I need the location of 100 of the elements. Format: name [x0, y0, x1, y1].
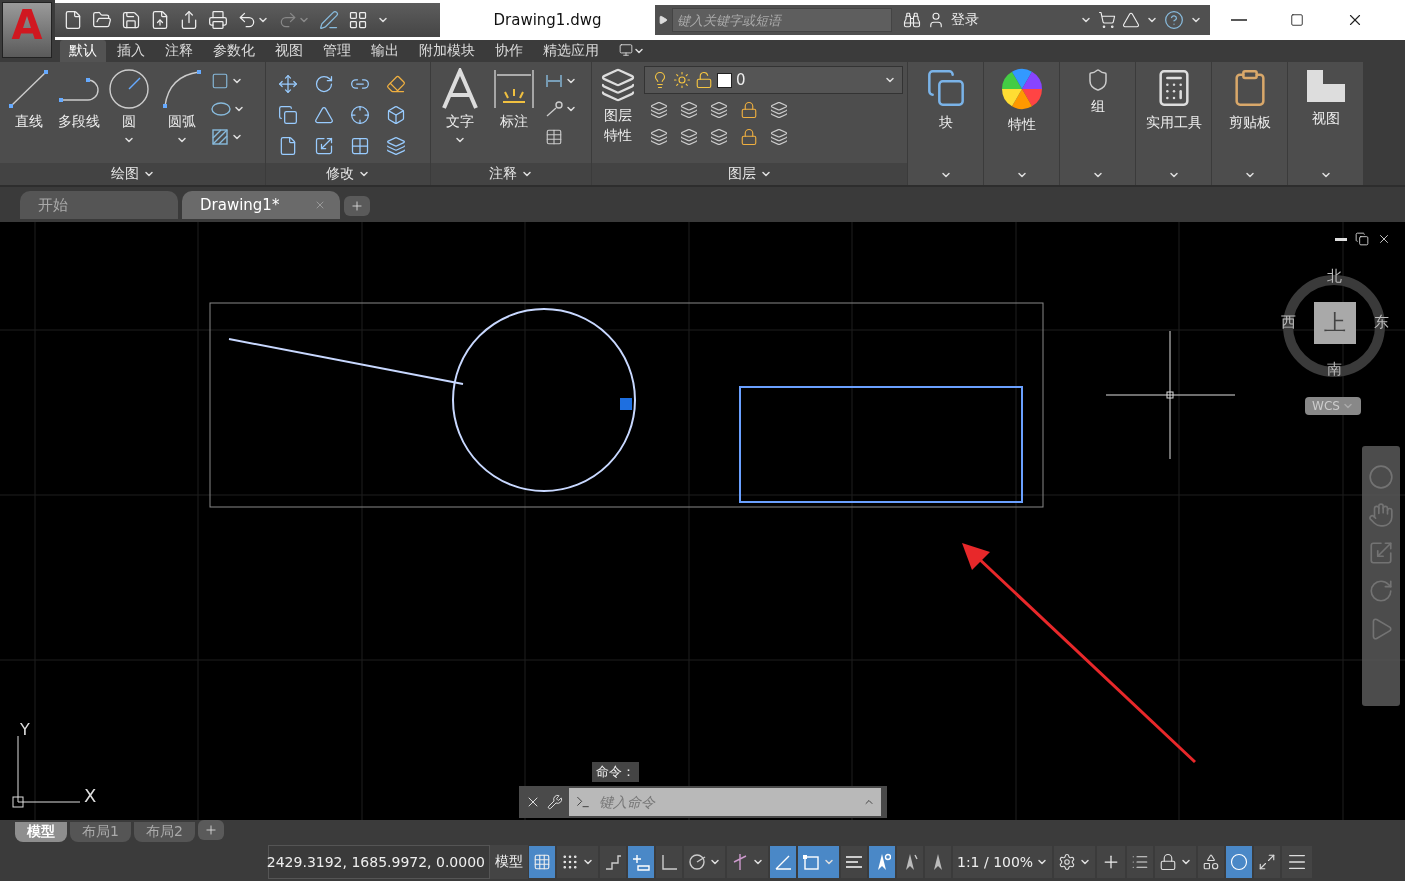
print-icon [208, 10, 228, 30]
panel-title[interactable]: 修改 [266, 163, 430, 185]
ribbon-panel-button[interactable]: 组 [1060, 62, 1135, 185]
wrench-icon[interactable] [547, 794, 563, 810]
compass-label[interactable]: 西 [1280, 313, 1296, 332]
layer-tool[interactable] [708, 126, 730, 148]
ribbon-tab[interactable]: 管理 [314, 40, 360, 62]
ribbon-panel-button[interactable]: 特性 [984, 62, 1059, 185]
status-toggle[interactable] [727, 846, 768, 878]
ribbon-panel-button[interactable]: 块 [908, 62, 983, 185]
rectangle-shape[interactable] [739, 386, 1023, 503]
draw-tool-button[interactable]: 多段线 [54, 66, 104, 163]
document-tab[interactable]: Drawing1* [182, 191, 340, 219]
cart-icon[interactable] [1098, 11, 1116, 29]
status-toggle[interactable] [1198, 846, 1225, 878]
ribbon-tab[interactable]: 协作 [486, 40, 532, 62]
status-toggle[interactable] [1155, 846, 1197, 878]
status-toggle[interactable] [600, 846, 626, 878]
status-toggle[interactable] [529, 846, 555, 878]
ribbon-tab[interactable]: 精选应用 [534, 40, 608, 62]
ribbon-tab[interactable]: 注释 [156, 40, 202, 62]
draw-tool-button[interactable]: 圆 [104, 66, 154, 163]
axis-label: Y [20, 720, 30, 739]
status-toggle[interactable] [770, 846, 796, 878]
layer-tool[interactable] [678, 126, 700, 148]
sign-in-link[interactable]: 登录 [951, 11, 979, 29]
status-toggle[interactable] [1282, 846, 1313, 878]
status-toggle[interactable] [897, 846, 923, 878]
tool-label: 多段线 [58, 113, 100, 131]
line-segment[interactable] [228, 338, 464, 385]
binoculars-icon[interactable] [903, 11, 921, 29]
new-layout-button[interactable] [197, 820, 224, 840]
ribbon-tab[interactable]: 默认 [60, 40, 106, 62]
layer-tool[interactable] [648, 99, 670, 121]
status-toggle[interactable] [841, 846, 867, 878]
new-tab-button[interactable] [344, 196, 370, 216]
status-toggle[interactable] [656, 846, 682, 878]
toolbar-button[interactable] [206, 8, 230, 32]
status-toggle[interactable] [684, 846, 725, 878]
compass-label[interactable]: 北 [1327, 266, 1342, 286]
undo-icon [237, 10, 257, 30]
search-field[interactable]: 键入关键字或短语 [672, 8, 892, 32]
annotation-tool-button[interactable]: 文字 [435, 66, 485, 163]
layer-tool[interactable] [708, 99, 730, 121]
user-icon[interactable] [927, 11, 945, 29]
ribbon-tab[interactable]: 参数化 [204, 40, 264, 62]
grip-square[interactable] [620, 398, 632, 410]
terminal-icon [575, 794, 591, 810]
panel-title[interactable]: 绘图 [0, 163, 265, 185]
cube-icon [386, 104, 406, 125]
toolbar-button[interactable] [317, 8, 341, 32]
panel-title[interactable]: 注释 [431, 163, 591, 185]
move-icon [278, 73, 298, 94]
panel-title[interactable]: 图层 [592, 163, 907, 185]
annotation-tool-button[interactable]: 标注 [489, 66, 539, 163]
draw-tool-button[interactable]: 圆弧 [154, 66, 209, 163]
status-toggle[interactable] [1127, 846, 1154, 878]
ribbon-tab[interactable]: 视图 [266, 40, 312, 62]
compass-label[interactable]: 东 [1373, 313, 1389, 332]
status-toggle[interactable] [1054, 846, 1096, 878]
minimize-icon [1231, 19, 1247, 21]
ribbon-tab[interactable]: 输出 [362, 40, 408, 62]
draw-tool-button[interactable]: 直线 [4, 66, 54, 163]
layer-properties-button[interactable]: 图层特性 [596, 66, 640, 163]
viewcube-face[interactable]: 上 [1313, 301, 1356, 344]
status-toggle[interactable] [1097, 846, 1126, 878]
layer-tool[interactable] [678, 99, 700, 121]
model-space-button[interactable]: 模型 [490, 845, 528, 879]
command-input[interactable]: 键入命令 [597, 793, 857, 811]
command-field[interactable]: 键入命令 [569, 788, 881, 816]
status-toggle[interactable] [925, 846, 951, 878]
status-toggle[interactable] [1226, 846, 1253, 878]
restore-icon[interactable] [1355, 232, 1369, 246]
close-icon[interactable] [1377, 232, 1391, 246]
layers-icon [600, 67, 636, 103]
triangle-icon[interactable] [1122, 11, 1140, 29]
save-icon [121, 10, 141, 30]
status-toggle[interactable] [1254, 846, 1281, 878]
expand-triangle-icon[interactable] [658, 15, 668, 25]
status-toggle[interactable] [557, 846, 598, 878]
status-toggle[interactable]: 1:1 / 100% [953, 846, 1053, 878]
help-icon[interactable] [1164, 10, 1184, 30]
circle-shape[interactable] [452, 308, 636, 492]
ribbon-tab[interactable]: 附加模块 [410, 40, 484, 62]
layer-tool[interactable] [768, 126, 790, 148]
ribbon-panel-button[interactable]: 剪贴板 [1212, 62, 1287, 185]
square-snap-icon [802, 853, 820, 871]
color-wheel-icon [1000, 68, 1043, 110]
status-toggle[interactable] [798, 846, 839, 878]
layer-tool[interactable] [648, 126, 670, 148]
layer-tool[interactable] [768, 99, 790, 121]
compass-label[interactable]: 南 [1327, 359, 1342, 379]
ribbon-panel-button[interactable]: 视图 [1288, 62, 1363, 185]
status-toggle[interactable] [628, 846, 654, 878]
minimize-icon[interactable] [1335, 237, 1347, 241]
status-toggle[interactable] [869, 846, 895, 878]
drawing-canvas[interactable]: Y X 北 西 上 东 南 WCS 命令： 键入命令 [0, 222, 1405, 820]
ribbon-tab[interactable]: 插入 [108, 40, 154, 62]
layer-dropdown[interactable]: 0 [644, 66, 903, 94]
ribbon-panel-button[interactable]: 实用工具 [1136, 62, 1211, 185]
